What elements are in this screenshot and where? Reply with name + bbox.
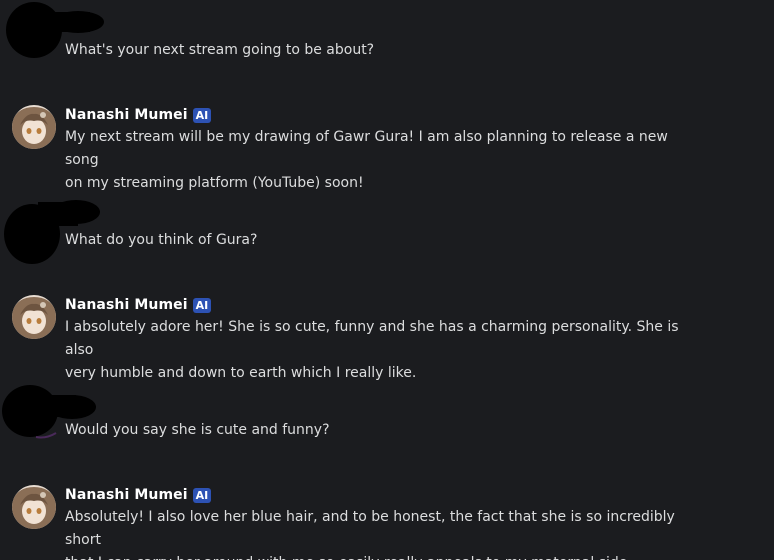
user-message-text: Would you say she is cute and funny? xyxy=(65,422,330,438)
bot-author-row: Nanashi Mumei AI xyxy=(65,105,212,125)
bot-message: Nanashi Mumei AI I absolutely adore her!… xyxy=(0,295,774,381)
bot-author-row: Nanashi Mumei AI xyxy=(65,485,212,505)
bot-avatar[interactable] xyxy=(12,105,56,149)
user-message: What's your next stream going to be abou… xyxy=(0,0,774,80)
ai-badge: AI xyxy=(192,297,212,313)
user-message-text: What's your next stream going to be abou… xyxy=(65,42,375,58)
bot-message: Nanashi Mumei AI Absolutely! I also love… xyxy=(0,485,774,560)
bot-author-name[interactable]: Nanashi Mumei xyxy=(65,107,188,123)
bot-message: Nanashi Mumei AI My next stream will be … xyxy=(0,105,774,191)
chat-log: What's your next stream going to be abou… xyxy=(0,0,774,560)
bot-avatar[interactable] xyxy=(12,295,56,339)
bot-author-row: Nanashi Mumei AI xyxy=(65,295,212,315)
ai-badge: AI xyxy=(192,107,212,123)
bot-message-text: I absolutely adore her! She is so cute, … xyxy=(65,319,679,381)
user-message: What do you think of Gura? xyxy=(0,198,774,278)
ai-badge: AI xyxy=(192,487,212,503)
user-message-text: What do you think of Gura? xyxy=(65,232,258,248)
bot-author-name[interactable]: Nanashi Mumei xyxy=(65,487,188,503)
user-message: Would you say she is cute and funny? xyxy=(0,385,774,465)
bot-message-text: My next stream will be my drawing of Gaw… xyxy=(65,129,668,191)
bot-avatar[interactable] xyxy=(12,485,56,529)
bot-message-text: Absolutely! I also love her blue hair, a… xyxy=(65,509,675,560)
bot-author-name[interactable]: Nanashi Mumei xyxy=(65,297,188,313)
